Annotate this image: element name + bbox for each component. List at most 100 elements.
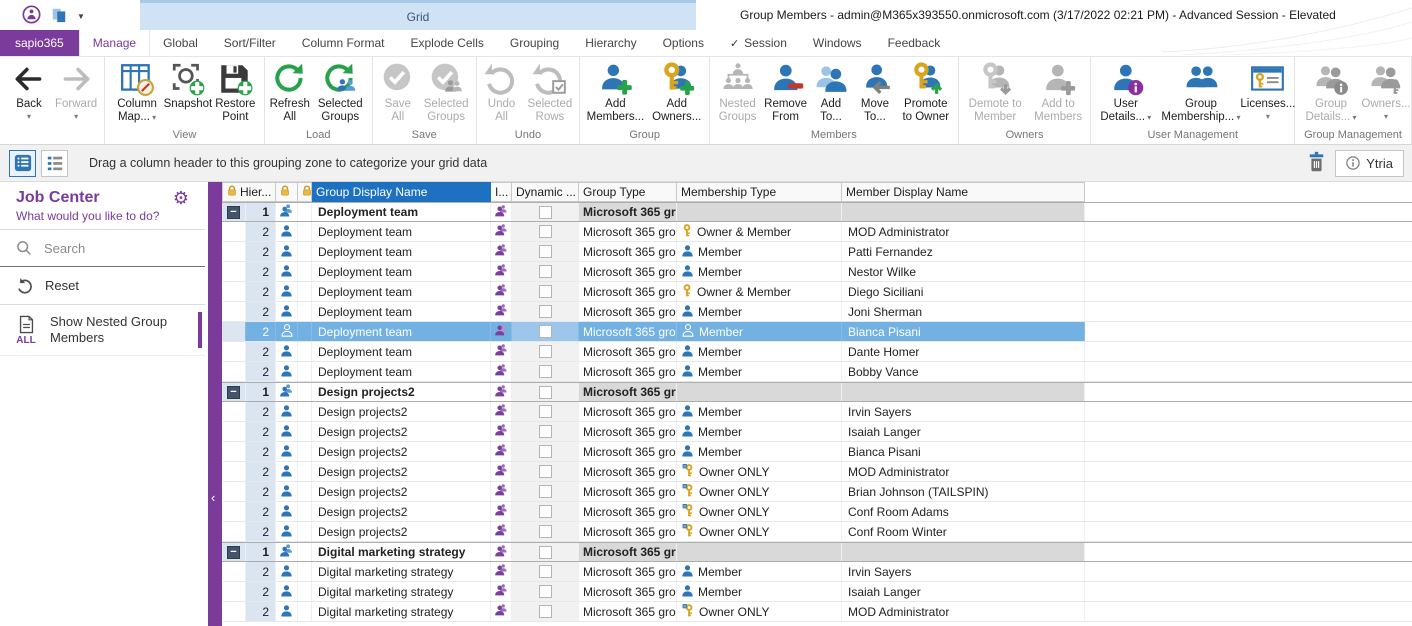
table-row[interactable]: 2Deployment teamMicrosoft 365 groupMembe…	[222, 242, 1412, 262]
dynamic-checkbox[interactable]	[539, 546, 552, 559]
group-header-row[interactable]: −1Design projects2Microsoft 365 group	[222, 382, 1412, 402]
refresh-all-button[interactable]: Refresh All	[268, 57, 312, 124]
tab-explode-cells[interactable]: Explode Cells	[397, 30, 496, 56]
dynamic-checkbox[interactable]	[539, 245, 552, 258]
column-header-group-type[interactable]: Group Type	[579, 182, 677, 202]
table-row[interactable]: 2Digital marketing strategyMicrosoft 365…	[222, 562, 1412, 582]
group-header-row[interactable]: −1Digital marketing strategyMicrosoft 36…	[222, 542, 1412, 562]
dynamic-checkbox[interactable]	[539, 505, 552, 518]
promote-to-owner-button[interactable]: Promote to Owner	[897, 57, 955, 124]
ytria-info-button[interactable]: Ytria	[1335, 150, 1404, 177]
new-window-icon[interactable]	[51, 7, 67, 26]
table-row[interactable]: 2Deployment teamMicrosoft 365 groupOwner…	[222, 282, 1412, 302]
trash-icon[interactable]	[1306, 151, 1327, 176]
group-membership-button[interactable]: Group Membership... ▾	[1157, 57, 1245, 124]
table-row[interactable]: 2Design projects2Microsoft 365 groupOwne…	[222, 502, 1412, 522]
add-to-button[interactable]: Add To...	[809, 57, 853, 124]
tab-hierarchy[interactable]: Hierarchy	[572, 30, 649, 56]
dynamic-checkbox[interactable]	[539, 386, 552, 399]
column-map-button[interactable]: Column Map... ▾	[108, 57, 166, 124]
column-header-lock2[interactable]	[298, 182, 312, 202]
add-owners-button[interactable]: Add Owners...	[648, 57, 706, 124]
restore-point-button[interactable]: Restore Point	[210, 57, 261, 124]
tab-options[interactable]: Options	[650, 30, 717, 56]
dynamic-membership-cell	[512, 602, 579, 621]
table-row[interactable]: 2Design projects2Microsoft 365 groupMemb…	[222, 402, 1412, 422]
table-row[interactable]: 2Deployment teamMicrosoft 365 groupMembe…	[222, 262, 1412, 282]
column-header-member-display-name[interactable]: Member Display Name	[842, 182, 1085, 202]
dynamic-checkbox[interactable]	[539, 325, 552, 338]
customize-toolbar-dropdown-icon[interactable]: ▼	[77, 12, 85, 21]
hierarchy-level-cell: 2	[246, 522, 276, 541]
table-row[interactable]: 2Deployment teamMicrosoft 365 groupMembe…	[222, 302, 1412, 322]
table-row[interactable]: 2Digital marketing strategyMicrosoft 365…	[222, 582, 1412, 602]
dynamic-checkbox[interactable]	[539, 305, 552, 318]
job-center-subtitle: What would you like to do?	[16, 209, 189, 223]
dynamic-checkbox[interactable]	[539, 585, 552, 598]
dynamic-checkbox[interactable]	[539, 425, 552, 438]
dynamic-checkbox[interactable]	[539, 465, 552, 478]
search-input[interactable]: Search	[0, 230, 205, 267]
dynamic-checkbox[interactable]	[539, 225, 552, 238]
dynamic-checkbox[interactable]	[539, 405, 552, 418]
move-to-button[interactable]: Move To...	[853, 57, 897, 124]
dynamic-checkbox[interactable]	[539, 445, 552, 458]
back-button[interactable]: Back▾	[7, 57, 51, 121]
hierarchy-level-cell: 2	[246, 442, 276, 461]
licenses-button[interactable]: Licenses...▾	[1245, 57, 1291, 121]
table-row[interactable]: 2Deployment teamMicrosoft 365 groupMembe…	[222, 322, 1412, 342]
tab-sort-filter[interactable]: Sort/Filter	[211, 30, 289, 56]
column-header-lock1[interactable]	[276, 182, 298, 202]
table-row[interactable]: 2Design projects2Microsoft 365 groupMemb…	[222, 422, 1412, 442]
tab-sapio365[interactable]: sapio365	[0, 30, 79, 56]
table-row[interactable]: 2Deployment teamMicrosoft 365 groupOwner…	[222, 222, 1412, 242]
tab-global[interactable]: Global	[150, 30, 211, 56]
add-members-button[interactable]: Add Members...	[583, 57, 647, 124]
tab-windows[interactable]: Windows	[800, 30, 875, 56]
group-header-row[interactable]: −1Deployment teamMicrosoft 365 group	[222, 202, 1412, 222]
snapshot-button[interactable]: Snapshot	[166, 57, 210, 111]
dynamic-checkbox[interactable]	[539, 206, 552, 219]
column-header-hier[interactable]: Hier...	[222, 182, 276, 202]
collapse-group-button[interactable]: −	[227, 386, 240, 399]
dynamic-checkbox[interactable]	[539, 265, 552, 278]
dynamic-checkbox[interactable]	[539, 605, 552, 618]
group-kind-icon-cell	[491, 602, 512, 621]
reset-button[interactable]: Reset	[0, 267, 205, 305]
table-row[interactable]: 2Deployment teamMicrosoft 365 groupMembe…	[222, 362, 1412, 382]
user-details-button[interactable]: User Details... ▾	[1094, 57, 1157, 124]
table-row[interactable]: 2Design projects2Microsoft 365 groupMemb…	[222, 442, 1412, 462]
tab-session[interactable]: ✓Session	[717, 30, 800, 56]
tab-feedback[interactable]: Feedback	[875, 30, 954, 56]
tab-column-format[interactable]: Column Format	[289, 30, 398, 56]
table-row[interactable]: 2Digital marketing strategyMicrosoft 365…	[222, 602, 1412, 622]
person-icon	[280, 244, 293, 260]
table-row[interactable]: 2Design projects2Microsoft 365 groupOwne…	[222, 482, 1412, 502]
grouped-view-toggle[interactable]	[9, 150, 36, 177]
table-row[interactable]: 2Deployment teamMicrosoft 365 groupMembe…	[222, 342, 1412, 362]
selected-groups-button[interactable]: Selected Groups	[312, 57, 369, 124]
dynamic-checkbox[interactable]	[539, 525, 552, 538]
group-display-name-cell: Design projects2	[312, 462, 491, 481]
tab-grouping[interactable]: Grouping	[497, 30, 572, 56]
column-header-membership-type[interactable]: Membership Type	[677, 182, 842, 202]
table-row[interactable]: 2Design projects2Microsoft 365 groupOwne…	[222, 522, 1412, 542]
dynamic-checkbox[interactable]	[539, 485, 552, 498]
member-display-name-cell: Patti Fernandez	[842, 242, 1085, 261]
dynamic-checkbox[interactable]	[539, 285, 552, 298]
dynamic-checkbox[interactable]	[539, 565, 552, 578]
job-item-show-nested-group-members[interactable]: ALL Show Nested Group Members	[0, 305, 205, 356]
column-header-i[interactable]: I...	[491, 182, 512, 202]
gear-icon[interactable]: ⚙	[173, 189, 189, 207]
collapse-group-button[interactable]: −	[227, 206, 240, 219]
flat-view-toggle[interactable]	[41, 150, 68, 177]
collapse-group-button[interactable]: −	[227, 546, 240, 559]
column-header-dynamic[interactable]: Dynamic ...	[512, 182, 579, 202]
tab-manage[interactable]: Manage	[79, 30, 150, 56]
panel-collapse-strip[interactable]: ‹	[208, 182, 222, 626]
remove-from-button[interactable]: Remove From	[762, 57, 809, 124]
table-row[interactable]: 2Design projects2Microsoft 365 groupOwne…	[222, 462, 1412, 482]
column-header-group-display-name[interactable]: Group Display Name	[312, 182, 491, 202]
dynamic-checkbox[interactable]	[539, 345, 552, 358]
dynamic-checkbox[interactable]	[539, 365, 552, 378]
